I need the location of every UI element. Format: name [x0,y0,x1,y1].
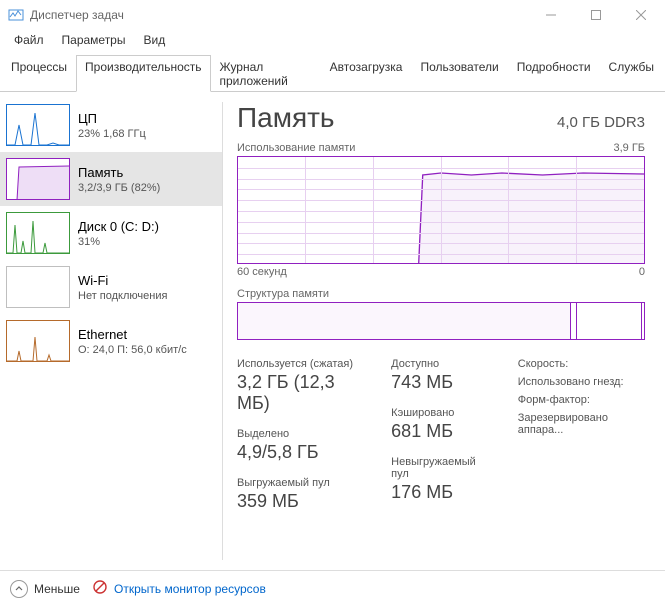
nonpaged-label: Невыгружаемый пул [391,456,488,480]
cached-value: 681 МБ [391,421,488,442]
memory-usage-chart[interactable] [237,156,645,264]
chevron-up-icon [10,580,28,598]
disk-thumbnail [6,212,70,254]
window-title: Диспетчер задач [30,8,528,22]
app-icon [8,7,24,23]
sidebar-item-wifi[interactable]: Wi-Fi Нет подключения [0,260,222,314]
wifi-thumbnail [6,266,70,308]
sidebar-item-disk[interactable]: Диск 0 (C: D:) 31% [0,206,222,260]
maximize-button[interactable] [573,0,618,30]
menubar: Файл Параметры Вид [0,30,665,50]
paged-label: Выгружаемый пул [237,477,361,489]
footer: Меньше Открыть монитор ресурсов [0,570,665,606]
tab-performance[interactable]: Производительность [76,55,210,92]
tab-users[interactable]: Пользователи [411,55,507,92]
available-value: 743 МБ [391,372,488,393]
tab-bar: Процессы Производительность Журнал прило… [0,54,665,92]
tab-processes[interactable]: Процессы [2,55,76,92]
committed-label: Выделено [237,428,361,440]
tab-startup[interactable]: Автозагрузка [321,55,412,92]
committed-value: 4,9/5,8 ГБ [237,442,361,463]
memory-sub: 3,2/3,9 ГБ (82%) [78,182,160,194]
tab-details[interactable]: Подробности [508,55,600,92]
paged-value: 359 МБ [237,491,361,512]
memory-thumbnail [6,158,70,200]
open-resource-monitor-link[interactable]: Открыть монитор ресурсов [92,579,266,598]
resource-monitor-icon [92,579,108,598]
sidebar-item-memory[interactable]: Память 3,2/3,9 ГБ (82%) [0,152,222,206]
ethernet-name: Ethernet [78,327,187,342]
cpu-name: ЦП [78,111,146,126]
titlebar: Диспетчер задач [0,0,665,30]
content-area: ЦП 23% 1,68 ГГц Память 3,2/3,9 ГБ (82%) [0,92,665,570]
memory-name: Память [78,165,160,180]
close-button[interactable] [618,0,663,30]
sidebar-item-cpu[interactable]: ЦП 23% 1,68 ГГц [0,98,222,152]
meta-reserved: Зарезервировано аппара... [518,412,645,436]
sidebar-item-ethernet[interactable]: Ethernet О: 24,0 П: 56,0 кбит/с [0,314,222,368]
meta-speed: Скорость: [518,358,645,370]
ethernet-thumbnail [6,320,70,362]
in-use-label: Используется (сжатая) [237,358,361,370]
memory-stats: Используется (сжатая) 3,2 ГБ (12,3 МБ) В… [237,358,645,512]
tab-app-history[interactable]: Журнал приложений [211,55,321,92]
nonpaged-value: 176 МБ [391,482,488,503]
memory-composition-chart[interactable] [237,302,645,340]
axis-right-label: 0 [639,266,645,278]
minimize-button[interactable] [528,0,573,30]
fewer-label: Меньше [34,582,80,596]
usage-chart-label: Использование памяти [237,142,355,154]
chart-grid [238,157,644,263]
tab-services[interactable]: Службы [600,55,663,92]
fewer-details-button[interactable]: Меньше [10,580,80,598]
wifi-name: Wi-Fi [78,273,167,288]
menu-file[interactable]: Файл [6,31,52,49]
axis-left-label: 60 секунд [237,266,287,278]
resource-monitor-label: Открыть монитор ресурсов [114,582,266,596]
sidebar: ЦП 23% 1,68 ГГц Память 3,2/3,9 ГБ (82%) [0,92,222,570]
cpu-sub: 23% 1,68 ГГц [78,128,146,140]
meta-slots: Использовано гнезд: [518,376,645,388]
menu-options[interactable]: Параметры [54,31,134,49]
ethernet-sub: О: 24,0 П: 56,0 кбит/с [78,344,187,356]
disk-name: Диск 0 (C: D:) [78,219,159,234]
available-label: Доступно [391,358,488,370]
meta-form: Форм-фактор: [518,394,645,406]
memory-capacity: 4,0 ГБ DDR3 [557,114,645,131]
cached-label: Кэшировано [391,407,488,419]
page-title: Память [237,102,335,134]
wifi-sub: Нет подключения [78,290,167,302]
disk-sub: 31% [78,236,159,248]
composition-label: Структура памяти [237,288,329,300]
comp-in-use [238,303,571,339]
menu-view[interactable]: Вид [135,31,173,49]
comp-standby [577,303,642,339]
main-panel: Память 4,0 ГБ DDR3 Использование памяти … [223,92,665,570]
in-use-value: 3,2 ГБ (12,3 МБ) [237,372,361,414]
usage-chart-max: 3,9 ГБ [613,142,645,154]
cpu-thumbnail [6,104,70,146]
